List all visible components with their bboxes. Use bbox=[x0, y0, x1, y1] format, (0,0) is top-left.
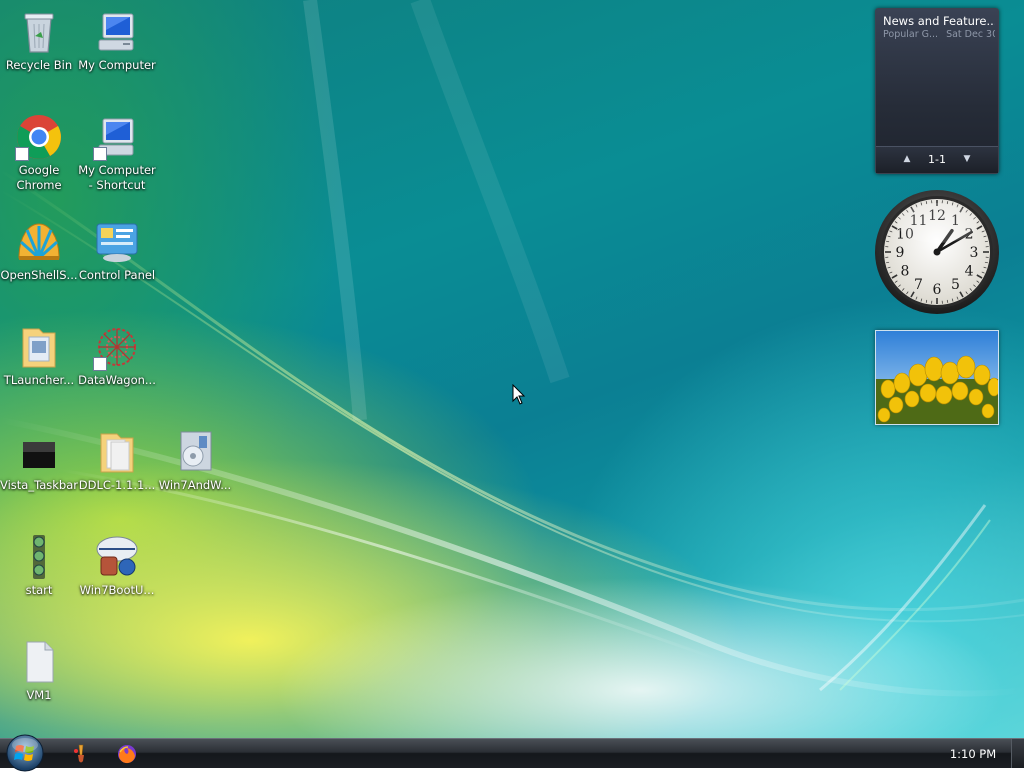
shortcut-arrow-icon bbox=[15, 147, 29, 161]
desktop-icon-label: Control Panel bbox=[78, 268, 156, 283]
start-orbs-icon bbox=[15, 533, 63, 581]
shortcut-arrow-icon bbox=[93, 357, 107, 371]
clock-numeral: 6 bbox=[933, 282, 942, 298]
desktop-icon-datawagon[interactable]: DataWagon... bbox=[78, 323, 156, 388]
desktop-icon-label: VM1 bbox=[0, 688, 78, 703]
clock-numeral: 5 bbox=[951, 277, 960, 293]
file-icon bbox=[15, 638, 63, 686]
mouse-pointer-icon bbox=[512, 384, 526, 410]
control-panel-icon bbox=[93, 218, 141, 266]
news-gadget-title[interactable]: News and Feature... bbox=[883, 14, 995, 28]
show-desktop-button[interactable] bbox=[1011, 739, 1024, 768]
desktop-icon-label: Google Chrome bbox=[0, 163, 78, 193]
news-next-button[interactable]: ▼ bbox=[960, 154, 974, 166]
clock-numeral: 9 bbox=[896, 245, 905, 261]
news-source: Popular G... bbox=[883, 29, 938, 40]
folder-icon bbox=[15, 323, 63, 371]
clock-numeral: 7 bbox=[914, 277, 923, 293]
news-date: Sat Dec 30 bbox=[946, 29, 995, 40]
desktop-icon-my-computer-shortcut[interactable]: My Computer - Shortcut bbox=[78, 113, 156, 193]
shortcut-arrow-icon bbox=[93, 147, 107, 161]
desktop-icon-label: Win7AndW... bbox=[156, 478, 234, 493]
desktop-icon-label: DataWagon... bbox=[78, 373, 156, 388]
desktop-icon-vista-taskbar[interactable]: Vista_Taskbar bbox=[0, 428, 78, 493]
firefox-icon bbox=[116, 743, 138, 765]
windows-logo-icon bbox=[5, 733, 45, 773]
desktop-icon-label: OpenShellS... bbox=[0, 268, 78, 283]
desktop-icon-google-chrome[interactable]: Google Chrome bbox=[0, 113, 78, 193]
taskbar-paint-button[interactable] bbox=[70, 743, 92, 765]
recycle-bin-icon bbox=[15, 8, 63, 56]
folder-icon bbox=[93, 428, 141, 476]
news-page-indicator: 1-1 bbox=[922, 153, 952, 166]
desktop-icon-label: TLauncher... bbox=[0, 373, 78, 388]
desktop-icon-label: Win7BootU... bbox=[78, 583, 156, 598]
news-gadget-subtitle: Popular G... Sat Dec 30 bbox=[883, 29, 995, 40]
news-feed-gadget[interactable]: News and Feature... Popular G... Sat Dec … bbox=[875, 8, 999, 174]
desktop-icon-label: start bbox=[0, 583, 78, 598]
desktop-icon-my-computer[interactable]: My Computer bbox=[78, 8, 156, 73]
desktop-icon-win7bootu[interactable]: Win7BootU... bbox=[78, 533, 156, 598]
paint-icon bbox=[70, 743, 92, 765]
desktop-icon-ddlc[interactable]: DDLC-1.1.1... bbox=[78, 428, 156, 493]
taskbar: 1:10 PM bbox=[0, 738, 1024, 768]
desktop[interactable]: Recycle Bin My Computer Google Ch bbox=[0, 0, 1024, 738]
boot-updater-icon bbox=[93, 533, 141, 581]
desktop-icon-control-panel[interactable]: Control Panel bbox=[78, 218, 156, 283]
installer-icon bbox=[171, 428, 219, 476]
clock-numeral: 3 bbox=[970, 245, 979, 261]
news-gadget-navigation: ▲ 1-1 ▼ bbox=[876, 146, 998, 173]
desktop-icon-label: DDLC-1.1.1... bbox=[78, 478, 156, 493]
computer-icon bbox=[93, 8, 141, 56]
tulip-photo bbox=[876, 331, 998, 424]
chrome-icon bbox=[15, 113, 63, 161]
taskbar-clock[interactable]: 1:10 PM bbox=[940, 747, 1006, 761]
datawagon-icon bbox=[93, 323, 141, 371]
clock-gadget[interactable]: 121234567891011 bbox=[874, 189, 1000, 315]
start-button[interactable] bbox=[5, 733, 45, 773]
clock-numeral: 4 bbox=[965, 264, 974, 280]
news-prev-button[interactable]: ▲ bbox=[900, 154, 914, 166]
taskbar-firefox-button[interactable] bbox=[116, 743, 138, 765]
computer-shortcut-icon bbox=[93, 113, 141, 161]
desktop-icon-label: My Computer - Shortcut bbox=[78, 163, 156, 193]
openshell-icon bbox=[15, 218, 63, 266]
desktop-icon-label: Vista_Taskbar bbox=[0, 478, 78, 493]
analog-clock-face: 121234567891011 bbox=[874, 189, 1000, 315]
desktop-icon-start[interactable]: start bbox=[0, 533, 78, 598]
desktop-icon-tlauncher[interactable]: TLauncher... bbox=[0, 323, 78, 388]
desktop-icon-vm1[interactable]: VM1 bbox=[0, 638, 78, 703]
desktop-icon-win7andw[interactable]: Win7AndW... bbox=[156, 428, 234, 493]
clock-numeral: 8 bbox=[900, 264, 909, 280]
black-image-icon bbox=[15, 428, 63, 476]
desktop-icon-label: Recycle Bin bbox=[0, 58, 78, 73]
desktop-icon-openshell[interactable]: OpenShellS... bbox=[0, 218, 78, 283]
slideshow-gadget[interactable] bbox=[875, 330, 999, 425]
desktop-icon-label: My Computer bbox=[78, 58, 156, 73]
desktop-icon-recycle-bin[interactable]: Recycle Bin bbox=[0, 8, 78, 73]
